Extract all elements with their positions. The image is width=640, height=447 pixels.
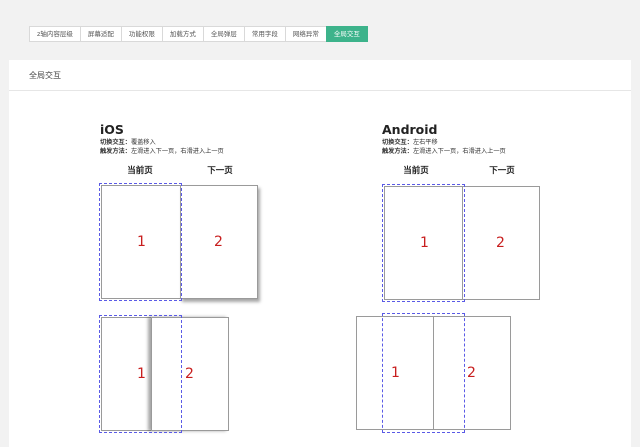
panel-title: 全局交互 [9, 60, 631, 91]
ios-trigger-label: 触发方法： [100, 148, 131, 155]
tab-network-error[interactable]: 网络异常 [284, 26, 327, 42]
tab-permissions[interactable]: 功能权限 [120, 26, 163, 42]
tab-z-index[interactable]: z轴内容层级 [29, 26, 81, 42]
ios-current-page: 1 [101, 185, 181, 299]
page-number: 2 [214, 234, 223, 250]
android-next-page-label: 下一页 [489, 166, 515, 176]
ios-next-page: 2 [180, 185, 258, 299]
tab-loading[interactable]: 加载方式 [161, 26, 204, 42]
ios-interaction-label: 切换交互： [100, 139, 131, 146]
ios-current-page-label: 当前页 [127, 166, 153, 176]
tab-bar: z轴内容层级 屏幕适配 功能权限 加载方式 全局弹层 常用字段 网络异常 全局交… [29, 26, 368, 42]
tab-screen-adapt[interactable]: 屏幕适配 [79, 26, 122, 42]
ios-trigger: 触发方法：左滑进入下一页，右滑进入上一页 [100, 147, 224, 156]
android-current-page: 1 [384, 186, 463, 300]
page-number: 1 [420, 235, 429, 251]
page-number: 1 [137, 234, 146, 250]
tab-global-popup[interactable]: 全局弹层 [202, 26, 245, 42]
ios-interaction: 切换交互：覆盖移入 [100, 138, 156, 147]
page-number: 2 [185, 366, 194, 382]
page-number: 1 [391, 365, 400, 381]
page-number: 1 [137, 366, 146, 382]
ios-interaction-value: 覆盖移入 [130, 139, 156, 146]
android-interaction-value: 左右平移 [412, 139, 438, 146]
ios-trigger-value: 左滑进入下一页，右滑进入上一页 [130, 148, 224, 155]
android-interaction: 切换交互：左右平移 [382, 138, 438, 147]
tab-common-fields[interactable]: 常用字段 [243, 26, 286, 42]
page-number: 2 [496, 235, 505, 251]
ios-title: iOS [100, 122, 124, 137]
android-current-page-sliding: 1 [356, 316, 434, 430]
android-current-page-label: 当前页 [403, 166, 429, 176]
android-title: Android [382, 122, 438, 137]
tab-global-interaction[interactable]: 全局交互 [325, 26, 368, 42]
android-next-page-sliding: 2 [433, 316, 511, 430]
ios-next-page-sliding: 2 [151, 317, 229, 431]
ios-next-page-label: 下一页 [207, 166, 233, 176]
page-number: 2 [467, 365, 476, 381]
android-next-page: 2 [462, 186, 540, 300]
android-trigger-label: 触发方法： [382, 148, 413, 155]
android-interaction-label: 切换交互： [382, 139, 413, 146]
android-trigger: 触发方法：左滑进入下一页，右滑进入上一页 [382, 147, 506, 156]
android-trigger-value: 左滑进入下一页，右滑进入上一页 [412, 148, 506, 155]
